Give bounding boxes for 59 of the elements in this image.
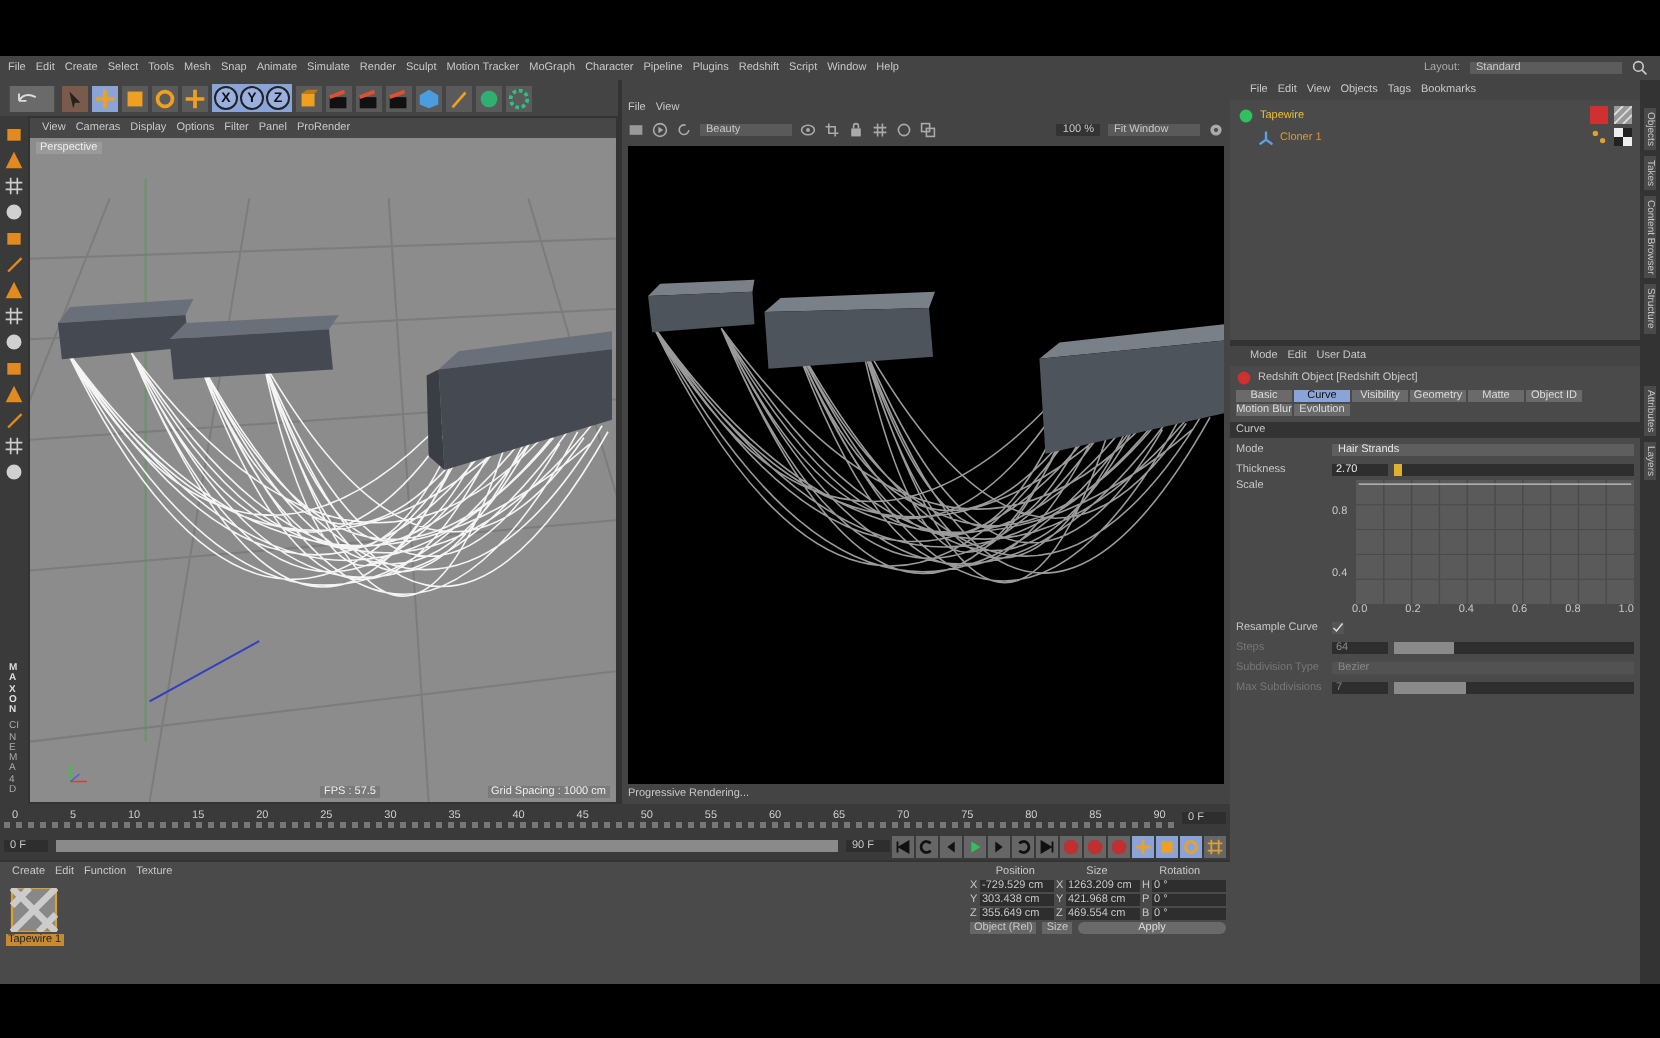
play-icon[interactable] (964, 835, 986, 857)
pen-icon[interactable] (446, 85, 472, 111)
cube-icon[interactable] (4, 124, 24, 144)
cube-icon[interactable] (296, 85, 322, 111)
clapperboard-icon[interactable] (326, 85, 352, 111)
rotate-icon[interactable] (152, 85, 178, 111)
cube-icon[interactable] (4, 358, 24, 378)
dots-tag-icon[interactable] (1590, 128, 1608, 146)
eye-icon[interactable] (799, 121, 816, 137)
lock-icon[interactable] (847, 121, 864, 137)
step-forward-icon[interactable] (988, 835, 1010, 857)
cone-icon[interactable] (4, 280, 24, 300)
clapperboard-icon[interactable] (386, 85, 412, 111)
tripod-object-icon (1258, 129, 1274, 145)
step-back-icon[interactable] (940, 835, 962, 857)
grid-icon[interactable] (4, 436, 24, 456)
pointer-icon[interactable] (62, 85, 88, 111)
circle-icon[interactable] (895, 121, 912, 137)
slider-track[interactable] (1394, 463, 1634, 475)
move-icon[interactable] (92, 85, 118, 111)
crop-icon[interactable] (823, 121, 840, 137)
scale-icon[interactable] (1156, 835, 1178, 857)
cube-icon[interactable] (416, 85, 442, 111)
sphere-icon[interactable] (4, 462, 24, 482)
sphere-icon[interactable] (476, 85, 502, 111)
play-icon[interactable] (651, 121, 668, 137)
grid-icon[interactable] (4, 306, 24, 326)
rotate-icon[interactable] (1180, 835, 1202, 857)
settings-icon[interactable] (1208, 121, 1224, 137)
grid-icon[interactable] (1204, 835, 1226, 857)
refresh-icon[interactable] (675, 121, 692, 137)
grid-icon[interactable] (4, 176, 24, 196)
crosshair-icon[interactable] (182, 85, 208, 111)
gear-icon[interactable] (506, 85, 532, 111)
sphere-icon[interactable] (4, 202, 24, 222)
grid-icon[interactable] (871, 121, 888, 137)
pen-icon[interactable] (4, 410, 24, 430)
loop-icon[interactable] (1012, 835, 1034, 857)
search-icon[interactable] (1632, 60, 1648, 76)
material-swatch-icon[interactable] (10, 888, 59, 932)
checker-tag-icon[interactable] (1614, 128, 1632, 146)
clapperboard-icon[interactable] (356, 85, 382, 111)
cube-icon[interactable] (4, 228, 24, 248)
checkbox[interactable] (1332, 621, 1344, 633)
undo-icon[interactable] (6, 85, 58, 111)
pen-icon[interactable] (4, 254, 24, 274)
axes-icon (66, 762, 90, 786)
move-icon[interactable] (1132, 835, 1154, 857)
sphere-icon[interactable] (4, 332, 24, 352)
frame-range-slider[interactable] (56, 840, 838, 852)
hair-object-icon (1238, 107, 1254, 123)
scale-icon[interactable] (122, 85, 148, 111)
skip-start-icon[interactable] (892, 835, 914, 857)
redshift-object-icon (1236, 370, 1252, 386)
loop-icon[interactable] (916, 835, 938, 857)
copy-icon[interactable] (919, 121, 936, 137)
skip-end-icon[interactable] (1036, 835, 1058, 857)
cone-icon[interactable] (4, 150, 24, 170)
cone-icon[interactable] (4, 384, 24, 404)
